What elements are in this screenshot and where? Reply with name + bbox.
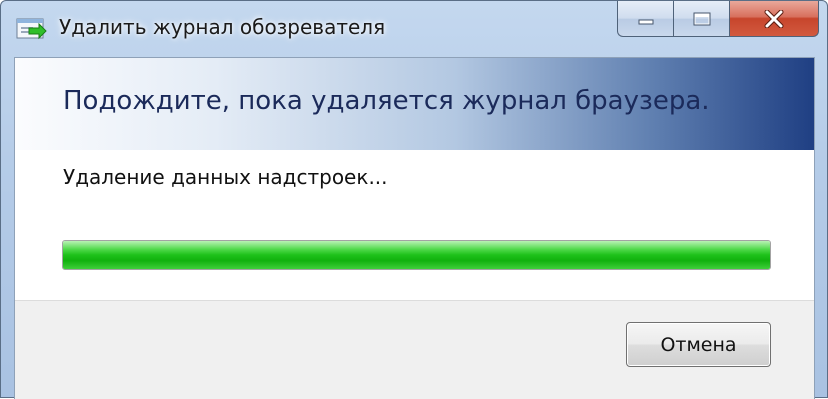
- title-bar[interactable]: Удалить журнал обозревателя: [1, 1, 827, 57]
- progress-bar-fill: [63, 241, 770, 269]
- caption-buttons: [617, 1, 819, 37]
- minimize-button[interactable]: [617, 1, 673, 37]
- close-icon: [764, 9, 784, 28]
- minimize-icon: [638, 19, 653, 24]
- dialog-client-area: Подождите, пока удаляется журнал браузер…: [14, 57, 815, 399]
- cancel-button[interactable]: Отмена: [626, 322, 771, 367]
- maximize-button[interactable]: [673, 1, 729, 37]
- header-banner: Подождите, пока удаляется журнал браузер…: [15, 58, 814, 150]
- maximize-icon: [693, 12, 710, 25]
- window-title: Удалить журнал обозревателя: [59, 15, 386, 39]
- dialog-window: Удалить журнал обозревателя Подождите, п…: [0, 0, 828, 399]
- dialog-heading: Подождите, пока удаляется журнал браузер…: [63, 86, 710, 116]
- browser-history-delete-icon: [16, 18, 47, 40]
- progress-bar: [62, 240, 771, 270]
- status-text: Удаление данных надстроек...: [63, 165, 388, 189]
- close-button[interactable]: [729, 1, 819, 37]
